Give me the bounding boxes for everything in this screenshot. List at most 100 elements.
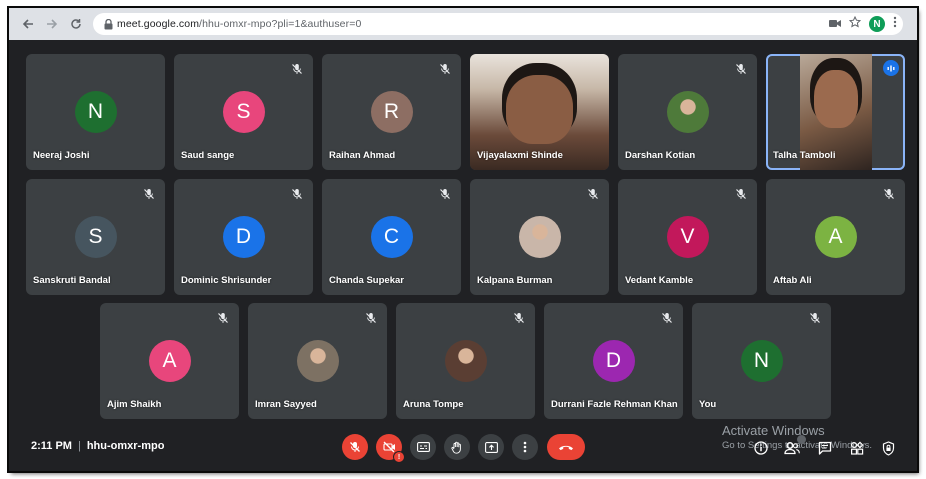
url-text: meet.google.com/hhu-omxr-mpo?pli=1&authu… xyxy=(117,18,361,30)
meeting-info-button[interactable] xyxy=(753,440,769,456)
participant-name: Dominic Shrisunder xyxy=(181,275,272,286)
participant-tile-you[interactable]: N You xyxy=(692,303,831,419)
participant-name: Darshan Kotian xyxy=(625,150,696,161)
participant-tile-sanskruti-bandal[interactable]: S Sanskruti Bandal xyxy=(26,179,165,295)
participant-name: Sanskruti Bandal xyxy=(33,275,111,286)
participant-name: Durrani Fazle Rehman Khan xyxy=(551,399,678,410)
participant-tile-imran-sayyed[interactable]: Imran Sayyed xyxy=(248,303,387,419)
present-now-button[interactable] xyxy=(478,434,504,460)
participant-face xyxy=(814,70,858,129)
participant-avatar: D xyxy=(592,340,635,382)
participant-avatar: C xyxy=(370,216,413,258)
muted-mic-icon xyxy=(661,311,673,323)
people-button[interactable] xyxy=(784,435,806,456)
activities-button[interactable] xyxy=(849,440,865,456)
participant-face xyxy=(506,74,573,145)
meeting-separator: | xyxy=(77,440,81,452)
participant-name: Saud sange xyxy=(181,150,235,161)
meeting-time: 2:11 PM xyxy=(31,440,72,452)
participant-name: Kalpana Burman xyxy=(477,275,553,286)
participant-photo xyxy=(518,216,561,258)
participant-tile-ajim-shaikh[interactable]: A Ajim Shaikh xyxy=(100,303,239,419)
forward-icon[interactable] xyxy=(41,13,63,35)
muted-mic-icon xyxy=(439,187,451,199)
back-icon[interactable] xyxy=(17,13,39,35)
participant-tile-aftab-ali[interactable]: A Aftab Ali xyxy=(766,179,905,295)
meeting-details[interactable]: 2:11 PM | hhu-omxr-mpo xyxy=(31,440,164,452)
host-controls-button[interactable] xyxy=(880,440,896,456)
captions-icon xyxy=(416,442,430,452)
participant-name: Vedant Kamble xyxy=(625,275,694,286)
participant-avatar: V xyxy=(666,216,709,258)
more-options-button[interactable] xyxy=(512,434,538,460)
camera-toggle-button[interactable]: ! xyxy=(376,434,405,463)
chat-icon xyxy=(818,441,832,455)
more-options-icon xyxy=(523,441,527,453)
present-icon xyxy=(484,441,498,453)
muted-mic-icon xyxy=(291,187,303,199)
lock-icon[interactable] xyxy=(99,18,117,30)
participant-tile-neeraj-joshi[interactable]: N Neeraj Joshi xyxy=(26,54,165,170)
participant-name: Vijayalaxmi Shinde xyxy=(477,150,563,161)
url-host: meet.google.com xyxy=(117,18,200,30)
reload-icon[interactable] xyxy=(65,13,87,35)
profile-avatar[interactable]: N xyxy=(869,16,885,32)
browser-menu-icon[interactable] xyxy=(893,15,897,33)
participant-avatar: R xyxy=(370,91,413,133)
participant-tile-aruna-tompe[interactable]: Aruna Tompe xyxy=(396,303,535,419)
participant-tile-saud-sange[interactable]: S Saud sange xyxy=(174,54,313,170)
participant-name: Imran Sayyed xyxy=(255,399,317,410)
participant-name: Chanda Supekar xyxy=(329,275,404,286)
participant-tile-dominic-shrisunder[interactable]: D Dominic Shrisunder xyxy=(174,179,313,295)
participant-avatar: N xyxy=(740,340,783,382)
participant-name: Aruna Tompe xyxy=(403,399,464,410)
people-icon xyxy=(784,442,800,455)
camera-indicator-icon[interactable] xyxy=(829,15,841,33)
participant-name: You xyxy=(699,399,717,410)
participant-tile-raihan-ahmad[interactable]: R Raihan Ahmad xyxy=(322,54,461,170)
participant-tile-kalpana-burman[interactable]: Kalpana Burman xyxy=(470,179,609,295)
muted-mic-icon xyxy=(809,311,821,323)
address-bar[interactable]: meet.google.com/hhu-omxr-mpo?pli=1&authu… xyxy=(93,13,903,35)
muted-mic-icon xyxy=(735,62,747,74)
browser-toolbar: meet.google.com/hhu-omxr-mpo?pli=1&authu… xyxy=(9,8,917,40)
muted-mic-icon xyxy=(735,187,747,199)
muted-mic-icon xyxy=(883,187,895,199)
participant-name: Neeraj Joshi xyxy=(33,150,90,161)
bookmark-star-icon[interactable] xyxy=(848,15,862,33)
participant-avatar: S xyxy=(222,91,265,133)
end-call-icon xyxy=(559,445,573,451)
microphone-toggle-button[interactable] xyxy=(342,434,368,460)
participant-tile-talha-tamboli[interactable]: Talha Tamboli xyxy=(766,54,905,170)
chat-button[interactable] xyxy=(817,440,833,456)
participant-photo xyxy=(444,340,487,382)
participant-avatar: A xyxy=(148,340,191,382)
participant-name: Aftab Ali xyxy=(773,275,812,286)
warning-badge: ! xyxy=(393,451,405,463)
muted-mic-icon xyxy=(587,187,599,199)
participant-tile-darshan-kotian[interactable]: Darshan Kotian xyxy=(618,54,757,170)
shield-lock-icon xyxy=(882,440,894,456)
muted-mic-icon xyxy=(513,311,525,323)
leave-call-button[interactable] xyxy=(547,434,585,460)
muted-mic-icon xyxy=(217,311,229,323)
participant-avatar: D xyxy=(222,216,265,258)
muted-mic-icon xyxy=(143,187,155,199)
captions-button[interactable] xyxy=(410,434,436,460)
participant-tile-vijayalaxmi-shinde[interactable]: Vijayalaxmi Shinde xyxy=(470,54,609,170)
muted-mic-icon xyxy=(291,62,303,74)
participant-name: Raihan Ahmad xyxy=(329,150,396,161)
participant-tile-vedant-kamble[interactable]: V Vedant Kamble xyxy=(618,179,757,295)
participant-photo xyxy=(296,340,339,382)
participant-avatar: N xyxy=(74,91,117,133)
raise-hand-icon xyxy=(451,441,461,454)
participant-tile-durrani-fazle-rehman-khan[interactable]: D Durrani Fazle Rehman Khan xyxy=(544,303,683,419)
speaking-indicator-icon xyxy=(883,60,899,76)
participant-name: Ajim Shaikh xyxy=(107,399,162,410)
meeting-code: hhu-omxr-mpo xyxy=(86,440,165,452)
url-path: /hhu-omxr-mpo?pli=1&authuser=0 xyxy=(199,18,362,30)
mic-off-icon xyxy=(350,442,360,452)
raise-hand-button[interactable] xyxy=(444,434,470,460)
muted-mic-icon xyxy=(365,311,377,323)
participant-tile-chanda-supekar[interactable]: C Chanda Supekar xyxy=(322,179,461,295)
